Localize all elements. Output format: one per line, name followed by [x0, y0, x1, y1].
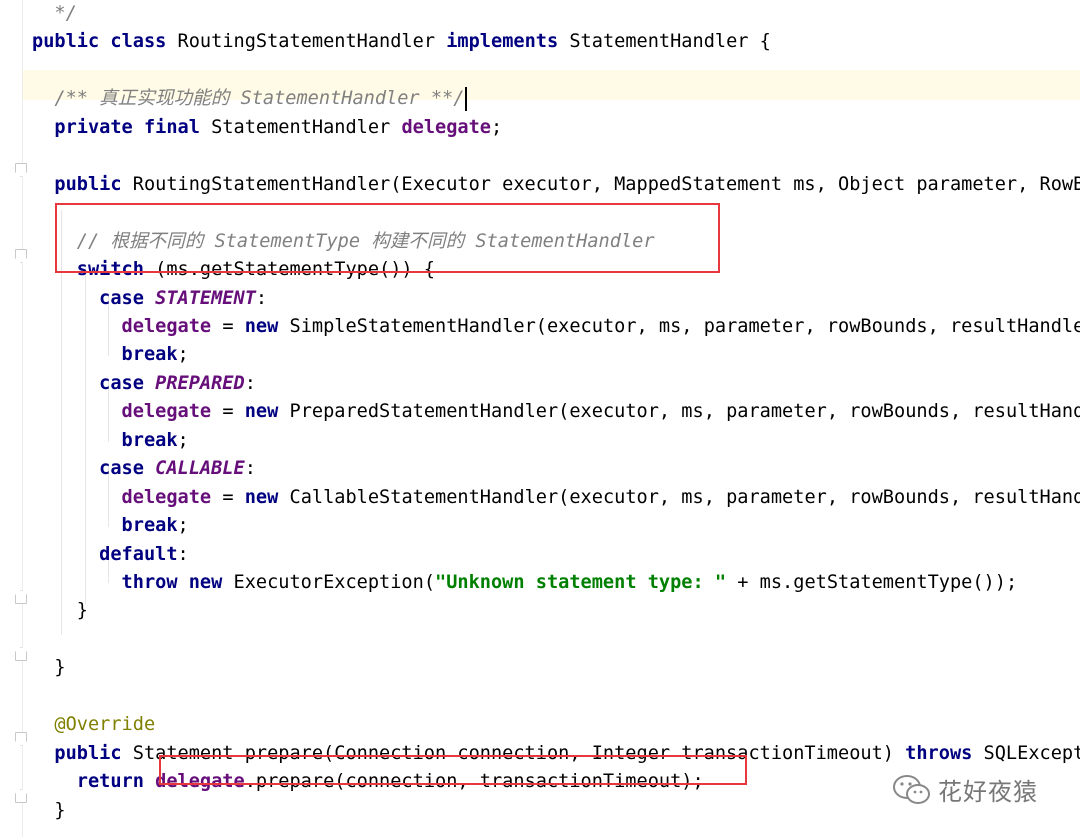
code-token: delegate	[32, 486, 212, 508]
code-token: break	[32, 515, 178, 537]
code-line[interactable]: }	[32, 797, 66, 825]
code-token: case	[32, 287, 156, 309]
code-token: RoutingStatementHandler(Executor executo…	[132, 173, 1080, 195]
code-token: break	[32, 344, 178, 366]
code-token: default	[32, 543, 178, 565]
code-line[interactable]: case PREPARED:	[32, 370, 256, 398]
code-token: }	[32, 657, 66, 679]
code-token: new	[188, 572, 234, 593]
code-token: :	[177, 543, 189, 565]
code-token: public	[32, 742, 133, 764]
code-token: ;	[177, 515, 189, 537]
code-token: =	[211, 315, 245, 337]
code-line[interactable]: private final StatementHandler delegate;	[32, 114, 502, 142]
code-token: ;	[177, 344, 189, 366]
code-token: }	[32, 799, 66, 821]
code-token: implements	[446, 31, 570, 53]
code-token: class	[110, 31, 178, 53]
code-token: =	[211, 401, 245, 423]
highlight-box-switch	[55, 203, 720, 273]
code-token: ExecutorException(	[233, 572, 436, 593]
code-line[interactable]: break;	[32, 427, 189, 455]
code-token: final	[143, 116, 212, 138]
code-line[interactable]: /** 真正实现功能的 StatementHandler **/	[32, 85, 468, 113]
text-caret	[465, 86, 468, 111]
code-line[interactable]: }	[32, 597, 88, 625]
editor-gutter	[0, 0, 23, 837]
code-token: RoutingStatementHandler	[177, 31, 447, 53]
code-token: new	[244, 401, 290, 423]
code-token: PREPARED	[155, 372, 245, 394]
code-token: throws	[905, 742, 984, 764]
code-line[interactable]: case STATEMENT:	[32, 285, 267, 313]
code-token: case	[32, 458, 156, 480]
code-line[interactable]: delegate = new PreparedStatementHandler(…	[32, 398, 1080, 426]
code-line[interactable]: delegate = new CallableStatementHandler(…	[32, 484, 1080, 512]
watermark: 花好夜猿	[892, 772, 1038, 807]
code-line[interactable]: public RoutingStatementHandler(Executor …	[32, 171, 1080, 199]
code-token: StatementHandler {	[569, 31, 771, 53]
code-token: + ms.getStatementType());	[726, 572, 1018, 593]
code-line[interactable]: throw new ExecutorException("Unknown sta…	[32, 569, 1018, 597]
code-token: delegate	[32, 315, 212, 337]
code-line[interactable]: delegate = new SimpleStatementHandler(ex…	[32, 313, 1080, 341]
code-token: delegate	[401, 116, 491, 138]
code-line[interactable]: default:	[32, 541, 189, 569]
code-token: }	[32, 600, 88, 622]
code-token: :	[244, 458, 256, 480]
code-token: =	[211, 486, 245, 508]
code-editor[interactable]: */ public class RoutingStatementHandler i…	[0, 0, 1080, 837]
wechat-icon	[893, 774, 930, 804]
code-token: private	[32, 116, 144, 138]
code-token: :	[244, 372, 256, 394]
watermark-text: 花好夜猿	[938, 778, 1038, 806]
code-token: ;	[491, 116, 503, 138]
code-line[interactable]: @Override	[32, 711, 155, 739]
code-token: return	[32, 771, 156, 793]
code-token: public	[32, 31, 111, 53]
code-line[interactable]: case CALLABLE:	[32, 455, 256, 483]
code-token: STATEMENT	[155, 287, 256, 309]
code-token: break	[32, 429, 178, 451]
code-token: :	[255, 287, 268, 309]
code-token: CallableStatementHandler(executor, ms, p…	[289, 486, 1080, 508]
code-token: "Unknown statement type: "	[435, 572, 727, 593]
code-token: */	[32, 3, 77, 24]
code-line[interactable]: }	[32, 654, 66, 682]
code-token: new	[244, 486, 290, 508]
code-token: SQLException {	[983, 742, 1080, 764]
code-token: /** 真正实现功能的 StatementHandler **/	[32, 88, 465, 110]
code-token: delegate	[32, 401, 212, 423]
code-token: StatementHandler	[211, 116, 402, 138]
code-token: SimpleStatementHandler(executor, ms, par…	[289, 315, 1080, 337]
code-token: ;	[177, 429, 189, 451]
highlight-box-delegate	[159, 755, 747, 785]
code-line[interactable]: break;	[32, 512, 189, 540]
code-line[interactable]: break;	[32, 341, 189, 369]
code-token: throw	[32, 572, 189, 593]
code-line[interactable]: */	[32, 0, 77, 28]
code-token: case	[32, 372, 156, 394]
code-token: @Override	[32, 714, 156, 736]
code-token: new	[244, 315, 290, 337]
code-token: CALLABLE	[155, 458, 245, 480]
code-line[interactable]: public class RoutingStatementHandler imp…	[32, 28, 771, 56]
code-token: PreparedStatementHandler(executor, ms, p…	[289, 401, 1080, 423]
code-token: public	[32, 173, 133, 195]
